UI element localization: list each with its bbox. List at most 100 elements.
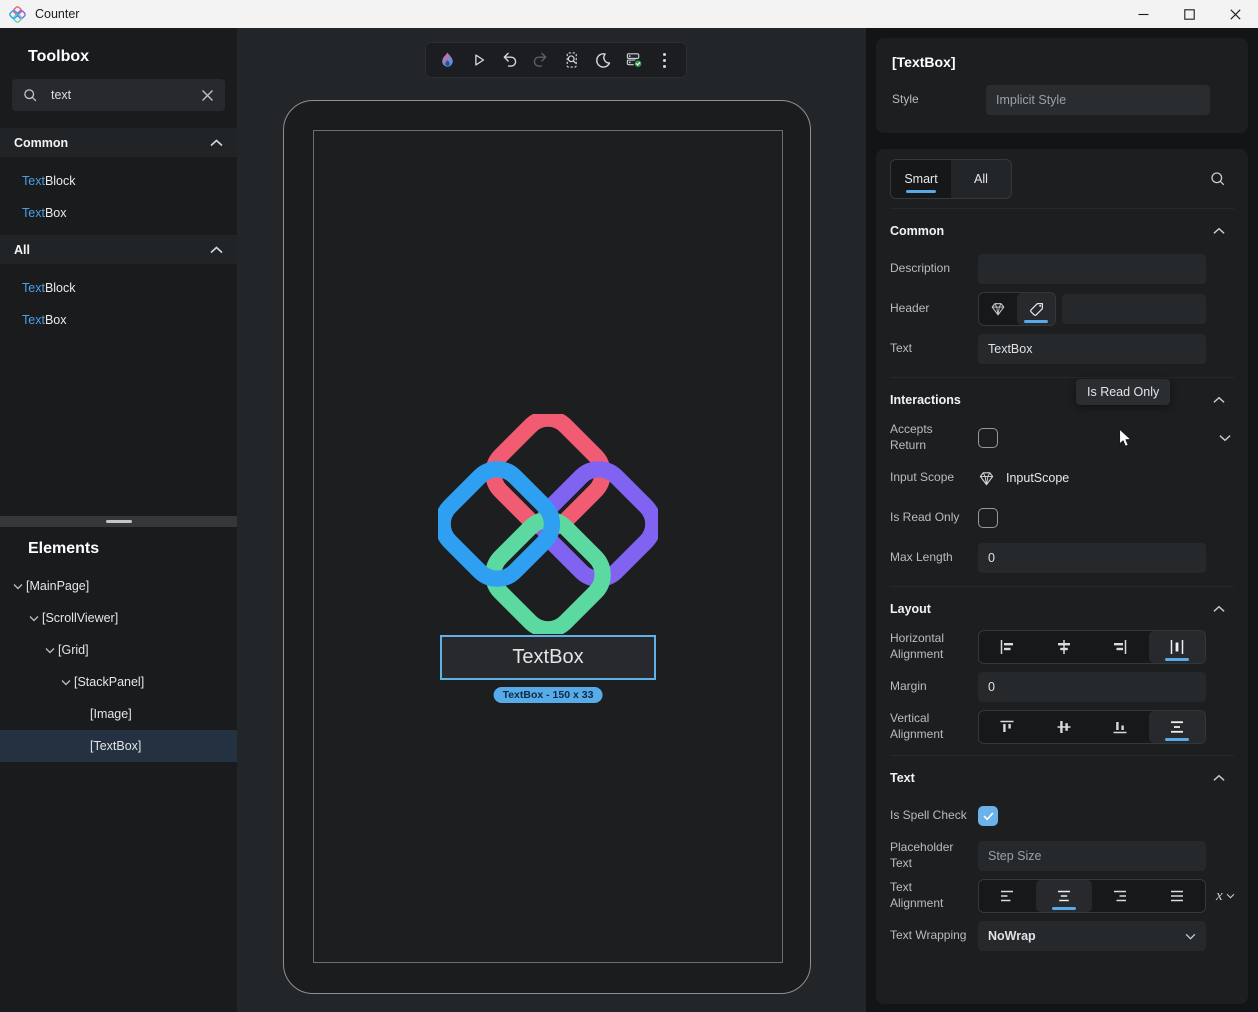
toolbox-search-value: text <box>51 88 188 102</box>
tree-item-grid[interactable]: [Grid] <box>0 634 237 666</box>
text-align-left-button[interactable] <box>979 880 1036 912</box>
tab-smart[interactable]: Smart <box>891 160 951 198</box>
expression-variable-button[interactable]: x <box>1216 888 1235 905</box>
toolbox-section-common[interactable]: Common <box>0 128 237 157</box>
toolbox-item-textbox[interactable]: TextBox <box>0 304 237 336</box>
undo-icon <box>501 52 518 68</box>
placeholder-text-label: Placeholder Text <box>890 840 968 871</box>
v-align-stretch-button[interactable] <box>1149 711 1206 743</box>
chevron-down-icon[interactable] <box>26 615 42 622</box>
collapse-section-button[interactable] <box>1204 605 1234 613</box>
h-align-stretch-button[interactable] <box>1149 631 1206 663</box>
dev-server-status-button[interactable] <box>622 48 645 72</box>
is-read-only-label: Is Read Only <box>890 510 968 526</box>
max-length-label: Max Length <box>890 550 968 566</box>
chevron-down-icon[interactable] <box>58 679 74 686</box>
app-image-uno-logo[interactable] <box>438 414 658 634</box>
is-read-only-checkbox[interactable] <box>978 508 998 528</box>
kebab-menu-icon <box>662 52 667 69</box>
theme-moon-icon <box>594 52 611 69</box>
chevron-down-icon[interactable] <box>10 583 26 590</box>
v-align-bottom-button[interactable] <box>1092 711 1149 743</box>
header-input[interactable] <box>1062 294 1206 324</box>
collapse-section-button[interactable] <box>1204 774 1234 782</box>
section-label: Common <box>14 136 68 150</box>
toolbox-section-all[interactable]: All <box>0 235 237 264</box>
app-logo-icon <box>9 6 26 23</box>
tree-item-mainpage[interactable]: [MainPage] <box>0 570 237 602</box>
tree-item-image[interactable]: [Image] <box>0 698 237 730</box>
redo-button[interactable] <box>529 48 552 72</box>
minimize-icon <box>1138 9 1149 20</box>
tree-item-stackpanel[interactable]: [StackPanel] <box>0 666 237 698</box>
design-canvas[interactable]: TextBox TextBox - 150 x 33 <box>237 28 866 1012</box>
v-align-bottom-icon <box>1111 718 1129 736</box>
max-length-input[interactable]: 0 <box>978 543 1206 573</box>
margin-input[interactable]: 0 <box>978 672 1206 702</box>
chevron-down-icon[interactable] <box>42 647 58 654</box>
clear-search-icon[interactable] <box>201 89 214 102</box>
hot-reload-button[interactable] <box>436 48 459 72</box>
more-menu-button[interactable] <box>653 48 676 72</box>
header-literal-button[interactable] <box>1017 293 1055 325</box>
minimize-button[interactable] <box>1120 0 1166 28</box>
toolbox-title: Toolbox <box>28 48 237 66</box>
theme-toggle-button[interactable] <box>591 48 614 72</box>
canvas-textbox-control[interactable]: TextBox <box>440 635 656 680</box>
collapse-section-button[interactable] <box>1204 396 1234 404</box>
text-align-center-button[interactable] <box>1036 880 1093 912</box>
section-title: Text <box>890 771 1204 785</box>
chevron-up-icon <box>1213 227 1225 235</box>
collapse-section-button[interactable] <box>1204 227 1234 235</box>
maximize-icon <box>1184 9 1195 20</box>
input-scope-value[interactable]: InputScope <box>978 470 1069 487</box>
text-align-right-button[interactable] <box>1092 880 1149 912</box>
chevron-down-icon <box>1185 933 1196 940</box>
play-button[interactable] <box>467 48 490 72</box>
tree-item-textbox[interactable]: [TextBox] <box>0 730 237 762</box>
undo-button[interactable] <box>498 48 521 72</box>
window-title: Counter <box>35 7 79 21</box>
h-align-stretch-icon <box>1168 638 1186 656</box>
placeholder-text-input[interactable]: Step Size <box>978 841 1206 871</box>
maximize-button[interactable] <box>1166 0 1212 28</box>
tab-all[interactable]: All <box>951 160 1011 198</box>
accepts-return-checkbox[interactable] <box>978 428 998 448</box>
section-title: Common <box>890 224 1204 238</box>
text-alignment-label: Text Alignment <box>890 880 968 911</box>
is-spell-check-checkbox[interactable] <box>978 806 998 826</box>
close-button[interactable] <box>1212 0 1258 28</box>
h-align-right-icon <box>1111 638 1129 656</box>
properties-tabs: Smart All <box>890 159 1234 199</box>
toolbox-item-textbox[interactable]: TextBox <box>0 197 237 229</box>
vertical-alignment-label: Vertical Alignment <box>890 711 968 742</box>
input-scope-label: Input Scope <box>890 470 968 486</box>
toolbox-item-textblock[interactable]: TextBlock <box>0 272 237 304</box>
h-align-left-button[interactable] <box>979 631 1036 663</box>
redo-icon <box>532 52 549 68</box>
text-input[interactable]: TextBox <box>978 334 1206 364</box>
text-wrapping-label: Text Wrapping <box>890 928 968 944</box>
v-align-top-button[interactable] <box>979 711 1036 743</box>
device-screen[interactable]: TextBox TextBox - 150 x 33 <box>313 130 783 963</box>
toolbox-panel: Toolbox text Common TextBlock <box>0 28 237 516</box>
inspect-element-button[interactable] <box>560 48 583 72</box>
show-more-properties-button[interactable] <box>1216 434 1234 442</box>
style-input[interactable]: Implicit Style <box>986 85 1210 115</box>
header-binding-button[interactable] <box>979 293 1017 325</box>
panel-splitter[interactable] <box>0 516 237 527</box>
text-align-justify-button[interactable] <box>1149 880 1206 912</box>
toolbox-item-textblock[interactable]: TextBlock <box>0 165 237 197</box>
elements-panel: Elements [MainPage] [ScrollViewer] [Grid… <box>0 527 237 1012</box>
text-wrapping-dropdown[interactable]: NoWrap <box>978 921 1206 951</box>
toolbox-search-input[interactable]: text <box>12 79 225 111</box>
section-common: Common Description Header <box>890 208 1234 377</box>
v-align-center-button[interactable] <box>1036 711 1093 743</box>
properties-search-button[interactable] <box>1210 171 1226 187</box>
description-input[interactable] <box>978 254 1206 284</box>
tree-item-scrollviewer[interactable]: [ScrollViewer] <box>0 602 237 634</box>
chevron-down-icon <box>1226 893 1235 899</box>
tag-icon <box>1028 301 1045 318</box>
h-align-center-button[interactable] <box>1036 631 1093 663</box>
h-align-right-button[interactable] <box>1092 631 1149 663</box>
